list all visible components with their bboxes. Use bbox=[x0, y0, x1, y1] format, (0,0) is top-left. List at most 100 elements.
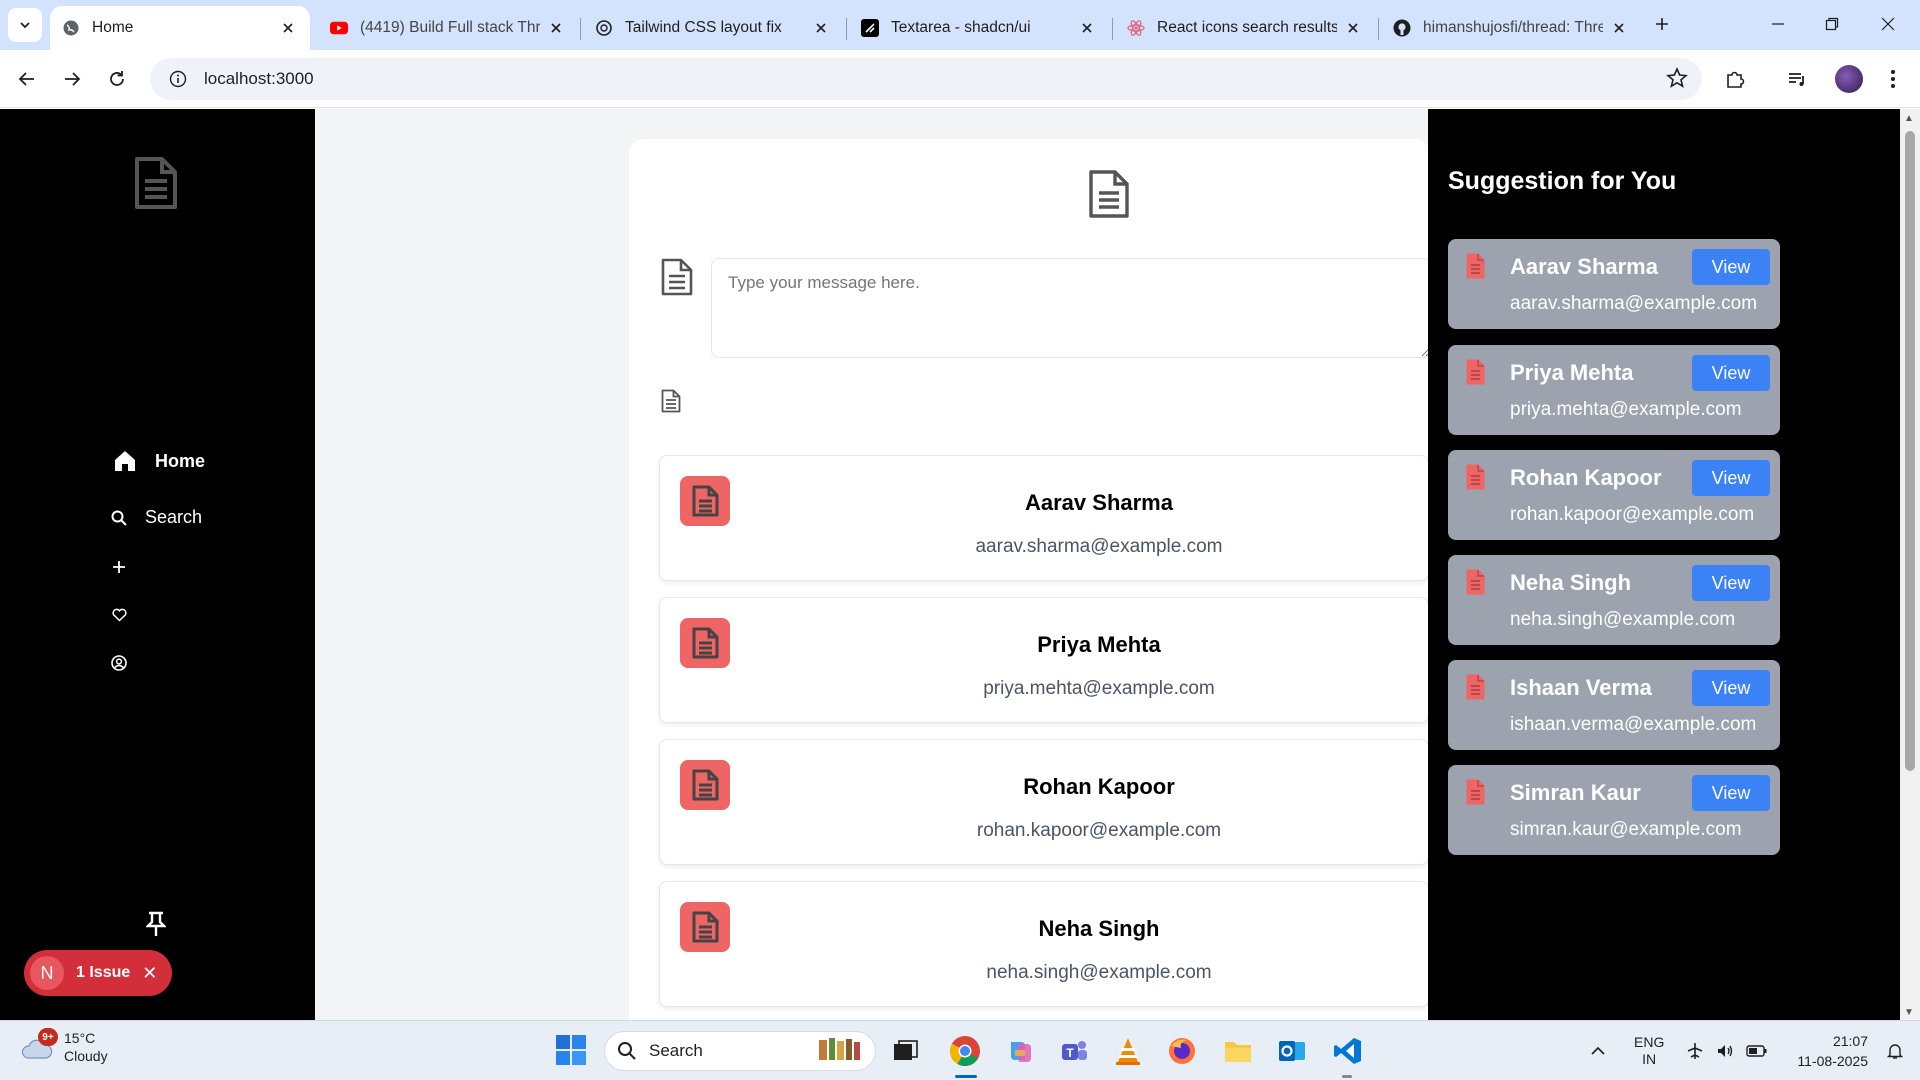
globe-icon bbox=[62, 19, 80, 37]
tab-react-icons[interactable]: React icons search results bbox=[1115, 6, 1375, 50]
close-window-button[interactable] bbox=[1862, 6, 1914, 42]
tab-home[interactable]: Home bbox=[50, 6, 310, 50]
info-icon[interactable] bbox=[158, 62, 198, 96]
suggestion-name: Rohan Kapoor bbox=[1510, 465, 1662, 490]
suggestion-email: aarav.sharma@example.com bbox=[1510, 293, 1758, 314]
restore-button[interactable] bbox=[1806, 6, 1858, 42]
view-button[interactable]: View bbox=[1692, 249, 1770, 285]
extensions-button[interactable] bbox=[1718, 62, 1752, 96]
scroll-up-icon[interactable]: ▲ bbox=[1904, 113, 1914, 124]
view-button[interactable]: View bbox=[1692, 460, 1770, 496]
minimize-button[interactable] bbox=[1752, 6, 1804, 42]
browser-menu-button[interactable] bbox=[1876, 62, 1910, 96]
battery-icon bbox=[1746, 1045, 1767, 1057]
document-avatar-icon bbox=[1460, 462, 1490, 497]
message-input[interactable] bbox=[711, 258, 1431, 358]
feed-user-card[interactable]: Neha Singh neha.singh@example.com bbox=[659, 881, 1429, 1007]
sidebar-item-label: Search bbox=[145, 507, 203, 527]
page-viewport: Home Search N 1 Issue ✕ Type your messag… bbox=[0, 109, 1920, 1020]
pin-icon[interactable] bbox=[145, 911, 167, 942]
close-icon[interactable]: ✕ bbox=[142, 963, 157, 984]
bookmark-star-icon[interactable] bbox=[1666, 66, 1688, 94]
view-button[interactable]: View bbox=[1692, 775, 1770, 811]
system-clock[interactable]: 21:07 11-08-2025 bbox=[1786, 1031, 1868, 1071]
chrome-app[interactable] bbox=[947, 1033, 983, 1069]
suggestion-email: simran.kaur@example.com bbox=[1510, 819, 1742, 840]
start-button[interactable] bbox=[556, 1035, 586, 1070]
copilot-icon bbox=[1011, 1042, 1031, 1062]
tab-separator bbox=[580, 18, 581, 40]
copilot-app[interactable] bbox=[1002, 1033, 1038, 1069]
teams-app[interactable]: T bbox=[1056, 1033, 1092, 1069]
vscode-app[interactable] bbox=[1330, 1033, 1366, 1069]
plus-icon bbox=[113, 561, 125, 573]
firefox-app[interactable] bbox=[1164, 1033, 1200, 1069]
left-sidebar: Home Search N 1 Issue ✕ bbox=[0, 109, 315, 1020]
home-icon bbox=[115, 451, 135, 471]
profile-avatar[interactable] bbox=[1835, 65, 1863, 93]
view-button[interactable]: View bbox=[1692, 670, 1770, 706]
document-avatar-icon bbox=[1460, 251, 1490, 286]
tab-search-button[interactable] bbox=[8, 8, 42, 42]
new-tab-button[interactable] bbox=[1640, 6, 1684, 42]
page-scrollbar[interactable]: ▲ ▼ bbox=[1900, 109, 1920, 1020]
tab-title: Tailwind CSS layout fix bbox=[625, 19, 782, 36]
clock-time: 21:07 bbox=[1832, 1033, 1868, 1049]
sidebar-item-activity[interactable] bbox=[112, 608, 127, 622]
notifications-button[interactable] bbox=[1886, 1021, 1904, 1080]
feed-user-card[interactable]: Aarav Sharma aarav.sharma@example.com bbox=[659, 455, 1429, 581]
search-icon bbox=[111, 510, 127, 526]
document-icon[interactable] bbox=[661, 389, 681, 418]
sidebar-item-label: Home bbox=[155, 450, 206, 471]
sidebar-item-search[interactable]: Search bbox=[111, 507, 202, 528]
taskbar-search[interactable]: Search bbox=[604, 1031, 876, 1071]
tray-overflow[interactable] bbox=[1590, 1021, 1606, 1080]
close-icon[interactable] bbox=[1609, 18, 1629, 38]
chatgpt-icon bbox=[595, 19, 613, 37]
tab-youtube[interactable]: (4419) Build Full stack Thre bbox=[318, 6, 578, 50]
close-icon[interactable] bbox=[278, 18, 298, 38]
view-button[interactable]: View bbox=[1692, 565, 1770, 601]
user-name: Aarav Sharma bbox=[1025, 490, 1173, 515]
weather-widget[interactable]: 9+ 15°C Cloudy bbox=[20, 1028, 108, 1065]
close-icon[interactable] bbox=[1343, 18, 1363, 38]
outlook-app[interactable] bbox=[1274, 1033, 1310, 1069]
document-avatar-icon bbox=[1460, 777, 1490, 812]
vlc-app[interactable] bbox=[1110, 1033, 1146, 1069]
suggestions-title: Suggestion for You bbox=[1448, 167, 1677, 195]
vlc-icon bbox=[1116, 1038, 1140, 1065]
sidebar-item-home[interactable]: Home bbox=[113, 449, 205, 473]
language-indicator[interactable]: ENG IN bbox=[1634, 1021, 1664, 1080]
scroll-down-icon[interactable]: ▼ bbox=[1904, 1007, 1914, 1018]
forward-button[interactable] bbox=[55, 62, 89, 96]
suggestion-card: Neha Singh neha.singh@example.com View bbox=[1448, 555, 1780, 645]
close-icon[interactable] bbox=[1077, 18, 1097, 38]
sidebar-item-profile[interactable] bbox=[111, 655, 127, 671]
region-code: IN bbox=[1642, 1051, 1657, 1067]
tab-separator bbox=[1378, 18, 1379, 40]
feed-user-card[interactable]: Rohan Kapoor rohan.kapoor@example.com bbox=[659, 739, 1429, 865]
user-email: priya.mehta@example.com bbox=[983, 678, 1215, 699]
tab-github[interactable]: himanshujosfi/thread: Thre bbox=[1381, 6, 1641, 50]
document-logo-icon[interactable] bbox=[134, 156, 178, 215]
tab-chatgpt[interactable]: Tailwind CSS layout fix bbox=[583, 6, 843, 50]
back-button[interactable] bbox=[10, 62, 44, 96]
view-button[interactable]: View bbox=[1692, 355, 1770, 391]
issues-indicator[interactable]: N 1 Issue ✕ bbox=[24, 950, 172, 996]
close-icon[interactable] bbox=[546, 18, 566, 38]
language-code: ENG bbox=[1634, 1034, 1665, 1050]
user-name: Neha Singh bbox=[1038, 916, 1160, 941]
reload-button[interactable] bbox=[100, 62, 134, 96]
scrollbar-thumb[interactable] bbox=[1905, 131, 1915, 771]
address-bar[interactable]: localhost:3000 bbox=[150, 58, 1702, 100]
media-controls-button[interactable] bbox=[1780, 62, 1814, 96]
sidebar-item-create[interactable] bbox=[112, 560, 126, 574]
tab-shadcn[interactable]: Textarea - shadcn/ui bbox=[849, 6, 1109, 50]
close-icon[interactable] bbox=[811, 18, 831, 38]
task-view-app[interactable] bbox=[888, 1033, 924, 1069]
arrow-right-icon bbox=[65, 72, 81, 86]
system-tray-icons[interactable] bbox=[1686, 1021, 1768, 1080]
feed-user-card[interactable]: Priya Mehta priya.mehta@example.com bbox=[659, 597, 1429, 723]
tab-title: Textarea - shadcn/ui bbox=[891, 19, 1031, 36]
file-explorer-app[interactable] bbox=[1220, 1033, 1256, 1069]
